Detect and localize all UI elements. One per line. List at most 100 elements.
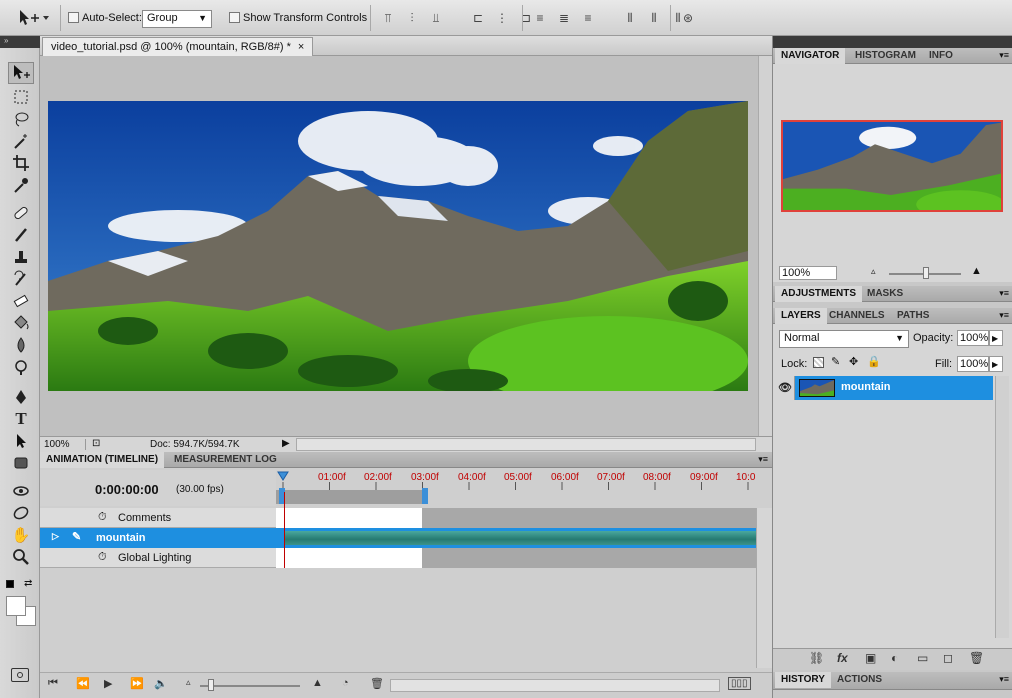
type-tool-icon[interactable]: T (8, 408, 34, 430)
canvas-image[interactable] (48, 101, 748, 391)
tab-measurement-log[interactable]: MEASUREMENT LOG (168, 452, 283, 468)
panel-menu-icon[interactable]: ▾≡ (999, 674, 1009, 685)
global-lighting-bar[interactable] (276, 548, 756, 568)
delete-layer-icon[interactable]: 🗑 (969, 651, 984, 665)
auto-select-dropdown[interactable]: Group ▼ (142, 10, 212, 28)
timeline-zoom-slider[interactable] (200, 685, 300, 687)
zoom-tool-icon[interactable] (8, 546, 34, 568)
move-tool-preset-icon[interactable] (16, 8, 56, 28)
close-icon[interactable]: × (298, 41, 304, 53)
brush-tool-icon[interactable] (8, 224, 34, 246)
crop-tool-icon[interactable] (8, 152, 34, 174)
zoom-in-icon[interactable]: ▲ (971, 265, 982, 277)
timeline-zoom-thumb[interactable] (208, 679, 214, 691)
swap-colors-icon[interactable]: ⇄ (24, 578, 32, 589)
foreground-color-swatch[interactable] (6, 596, 26, 616)
quick-mask-icon[interactable] (11, 668, 29, 682)
distribute-top-icon[interactable]: ≡ (532, 10, 548, 26)
status-menu-arrow-icon[interactable]: ▶ (282, 438, 290, 449)
eyedropper-tool-icon[interactable] (8, 174, 34, 196)
stopwatch-icon[interactable]: ⏱ (98, 551, 107, 564)
timeline-scrollbar-vertical[interactable] (756, 508, 772, 668)
lasso-tool-icon[interactable] (8, 108, 34, 130)
stopwatch-icon[interactable]: ⏱ (98, 511, 107, 524)
play-icon[interactable]: ▶ (104, 677, 112, 690)
shape-tool-icon[interactable] (8, 452, 34, 474)
tab-animation-timeline[interactable]: ANIMATION (TIMELINE) (40, 452, 165, 468)
auto-select-checkbox[interactable] (68, 12, 79, 23)
adjustment-layer-icon[interactable]: ◐ (891, 651, 898, 665)
tab-history[interactable]: HISTORY (775, 672, 831, 688)
clone-stamp-tool-icon[interactable] (8, 246, 34, 268)
zoom-out-icon[interactable]: ▵ (186, 677, 191, 688)
new-group-icon[interactable]: ▭ (917, 651, 928, 665)
trash-icon[interactable]: 🗑 (370, 677, 384, 690)
animation-scrollbar-horizontal[interactable] (390, 679, 720, 692)
new-layer-icon[interactable]: ◻ (943, 651, 953, 665)
3d-orbit-tool-icon[interactable] (8, 502, 34, 524)
document-tab[interactable]: video_tutorial.psd @ 100% (mountain, RGB… (42, 37, 314, 56)
status-icon[interactable]: ⊡ (92, 438, 100, 449)
align-top-icon[interactable]: ⫪ (380, 10, 396, 26)
tab-navigator[interactable]: NAVIGATOR (775, 48, 846, 64)
auto-align-icon[interactable]: ⊛ (680, 10, 696, 26)
playhead[interactable] (284, 492, 285, 568)
history-brush-tool-icon[interactable] (8, 268, 34, 290)
paint-bucket-tool-icon[interactable] (8, 312, 34, 334)
panel-menu-icon[interactable]: ▾≡ (758, 454, 768, 465)
document-scrollbar-horizontal[interactable] (296, 438, 756, 451)
tab-masks[interactable]: MASKS (861, 286, 909, 302)
navigator-zoom-thumb[interactable] (923, 267, 929, 279)
convert-icon[interactable]: ◔ (342, 677, 349, 689)
frame-mode-icon[interactable]: ▯▯▯ (728, 677, 751, 690)
tab-histogram[interactable]: HISTOGRAM (849, 48, 922, 64)
add-mask-icon[interactable]: ▣ (865, 651, 876, 665)
show-transform-checkbox[interactable] (229, 12, 240, 23)
fx-icon[interactable]: fx (837, 651, 848, 665)
distribute-hcenter-icon[interactable]: ⦀ (646, 10, 662, 26)
tab-channels[interactable]: CHANNELS (823, 308, 891, 324)
zoom-in-icon[interactable]: ▲ (312, 677, 323, 689)
panel-menu-icon[interactable]: ▾≡ (999, 310, 1009, 321)
lock-all-icon[interactable]: 🔒 (867, 355, 881, 368)
track-global-lighting[interactable]: ⏱ Global Lighting (40, 548, 276, 568)
distribute-bottom-icon[interactable]: ≡ (580, 10, 596, 26)
align-left-icon[interactable]: ⊏ (470, 10, 486, 26)
audio-icon[interactable]: 🔈 (154, 677, 168, 690)
panel-menu-icon[interactable]: ▾≡ (999, 288, 1009, 299)
comments-bar[interactable] (276, 508, 756, 528)
move-tool-icon[interactable] (8, 62, 34, 84)
blur-tool-icon[interactable] (8, 334, 34, 356)
first-frame-icon[interactable]: ⏮ (48, 677, 58, 690)
marquee-tool-icon[interactable] (8, 86, 34, 108)
3d-rotate-tool-icon[interactable] (8, 480, 34, 502)
visibility-eye-icon[interactable]: 👁 (775, 376, 795, 400)
distribute-vcenter-icon[interactable]: ≣ (556, 10, 572, 26)
path-selection-tool-icon[interactable] (8, 430, 34, 452)
magic-wand-tool-icon[interactable] (8, 130, 34, 152)
hand-tool-icon[interactable]: ✋ (8, 524, 34, 546)
dodge-tool-icon[interactable] (8, 356, 34, 378)
opacity-arrow-icon[interactable]: ▶ (989, 330, 1003, 346)
track-layer-mountain[interactable]: ▷ ✎ mountain (40, 528, 276, 548)
tab-info[interactable]: INFO (923, 48, 959, 64)
tab-layers[interactable]: LAYERS (775, 308, 827, 324)
layer-row-mountain[interactable]: 👁 mountain (775, 376, 993, 400)
distribute-left-icon[interactable]: ⦀ (622, 10, 638, 26)
panel-menu-icon[interactable]: ▾≡ (999, 50, 1009, 61)
navigator-zoom-readout[interactable]: 100% (779, 266, 837, 280)
zoom-out-icon[interactable]: ▵ (871, 266, 876, 277)
align-bottom-icon[interactable]: ⫫ (428, 10, 444, 26)
navigator-thumbnail[interactable] (781, 120, 1003, 212)
opacity-field[interactable]: 100% (957, 330, 989, 346)
tab-adjustments[interactable]: ADJUSTMENTS (775, 286, 863, 302)
tab-actions[interactable]: ACTIONS (831, 672, 888, 688)
lock-transparent-icon[interactable] (813, 357, 824, 368)
fill-field[interactable]: 100% (957, 356, 989, 372)
document-scrollbar-vertical[interactable] (758, 56, 772, 436)
pen-tool-icon[interactable] (8, 386, 34, 408)
align-vcenter-icon[interactable]: ⫶ (404, 10, 420, 26)
default-colors-icon[interactable] (6, 580, 14, 588)
layer-duration-bar[interactable] (276, 528, 756, 548)
layers-scrollbar-vertical[interactable] (995, 376, 1009, 638)
